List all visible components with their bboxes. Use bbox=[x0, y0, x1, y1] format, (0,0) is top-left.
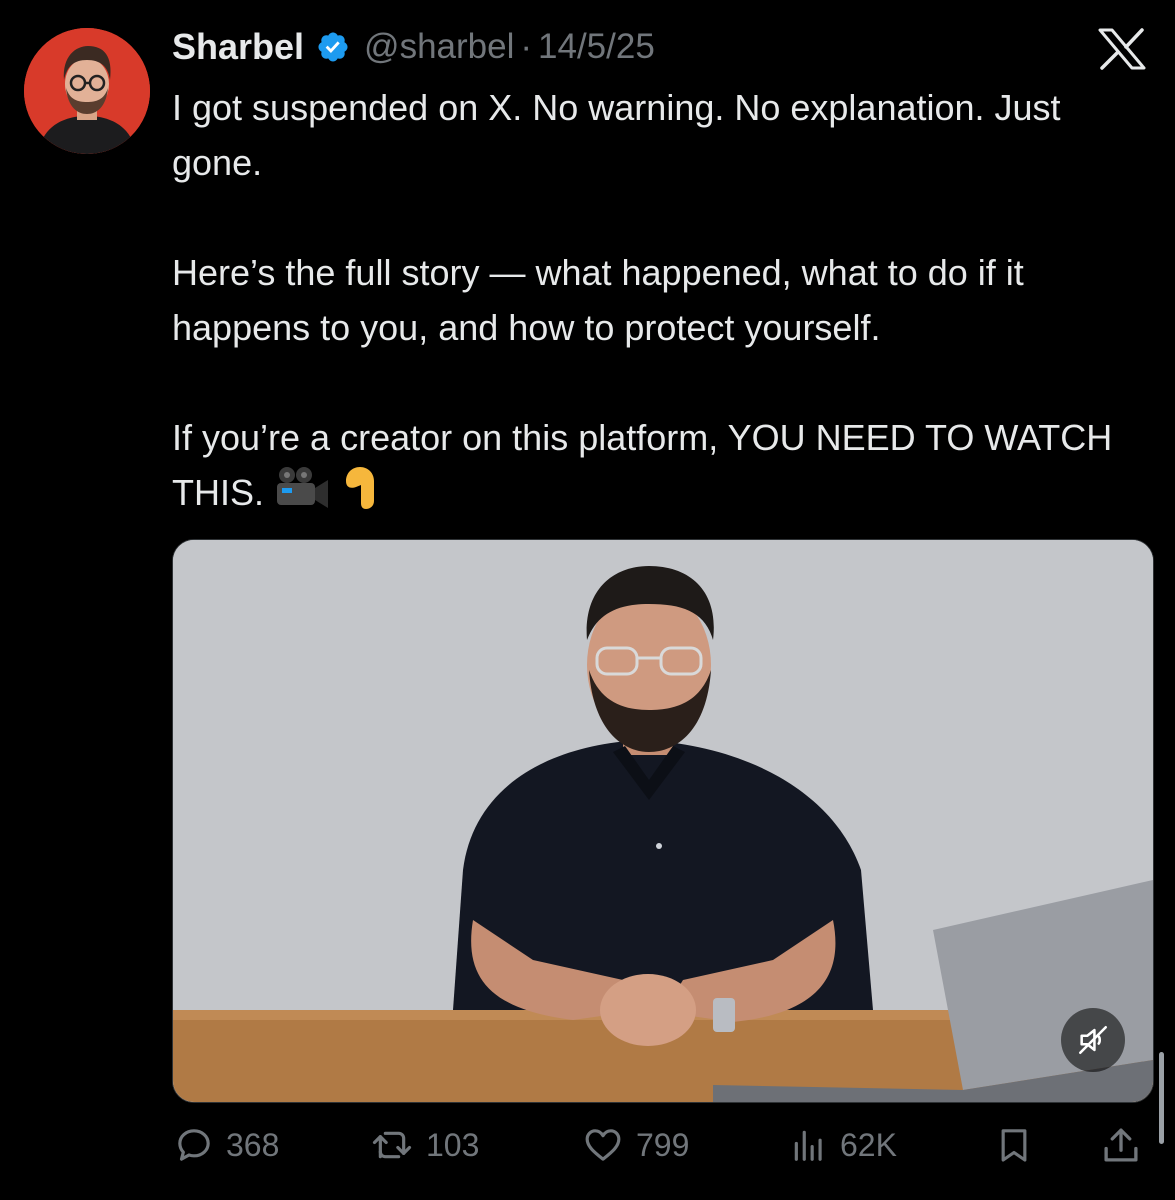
verified-badge-icon bbox=[316, 30, 350, 64]
tweet-header: Sharbel @sharbel · 14/5/25 bbox=[172, 24, 655, 70]
author-handle[interactable]: @sharbel bbox=[364, 27, 514, 67]
views-count: 62K bbox=[840, 1126, 897, 1163]
scrollbar-thumb[interactable] bbox=[1159, 1052, 1164, 1144]
repost-count: 103 bbox=[426, 1126, 480, 1163]
bookmark-icon bbox=[1001, 1129, 1027, 1162]
like-button[interactable]: 799 bbox=[582, 1116, 689, 1174]
share-button[interactable] bbox=[1100, 1116, 1142, 1174]
repost-icon bbox=[372, 1131, 412, 1159]
tweet-date[interactable]: 14/5/25 bbox=[538, 27, 655, 67]
reply-count: 368 bbox=[226, 1126, 280, 1163]
pointing-down-icon bbox=[340, 465, 380, 526]
separator-dot: · bbox=[520, 27, 533, 66]
share-icon bbox=[1104, 1128, 1138, 1162]
author-avatar[interactable] bbox=[24, 28, 150, 154]
video-player[interactable] bbox=[172, 539, 1154, 1103]
tweet-paragraph: I got suspended on X. No warning. No exp… bbox=[172, 87, 1061, 183]
muted-speaker-icon bbox=[1078, 1025, 1108, 1055]
tweet-body: I got suspended on X. No warning. No exp… bbox=[172, 80, 1152, 526]
repost-button[interactable]: 103 bbox=[370, 1116, 479, 1174]
heart-icon bbox=[585, 1129, 621, 1161]
x-logo-icon bbox=[1098, 28, 1146, 70]
bookmark-button[interactable] bbox=[994, 1116, 1034, 1174]
reply-button[interactable]: 368 bbox=[174, 1116, 279, 1174]
tweet-paragraph: Here’s the full story — what happened, w… bbox=[172, 252, 1024, 348]
author-name[interactable]: Sharbel bbox=[172, 26, 304, 68]
mute-toggle-button[interactable] bbox=[1061, 1008, 1125, 1072]
reply-icon bbox=[178, 1129, 210, 1161]
views-button[interactable]: 62K bbox=[790, 1116, 897, 1174]
tweet-paragraph-last: If you’re a creator on this platform, YO… bbox=[172, 410, 1152, 526]
like-count: 799 bbox=[636, 1126, 690, 1163]
views-chart-icon bbox=[794, 1130, 822, 1161]
movie-camera-icon bbox=[274, 466, 330, 525]
tweet-actions-bar: 368 103 799 62K bbox=[172, 1116, 1152, 1174]
